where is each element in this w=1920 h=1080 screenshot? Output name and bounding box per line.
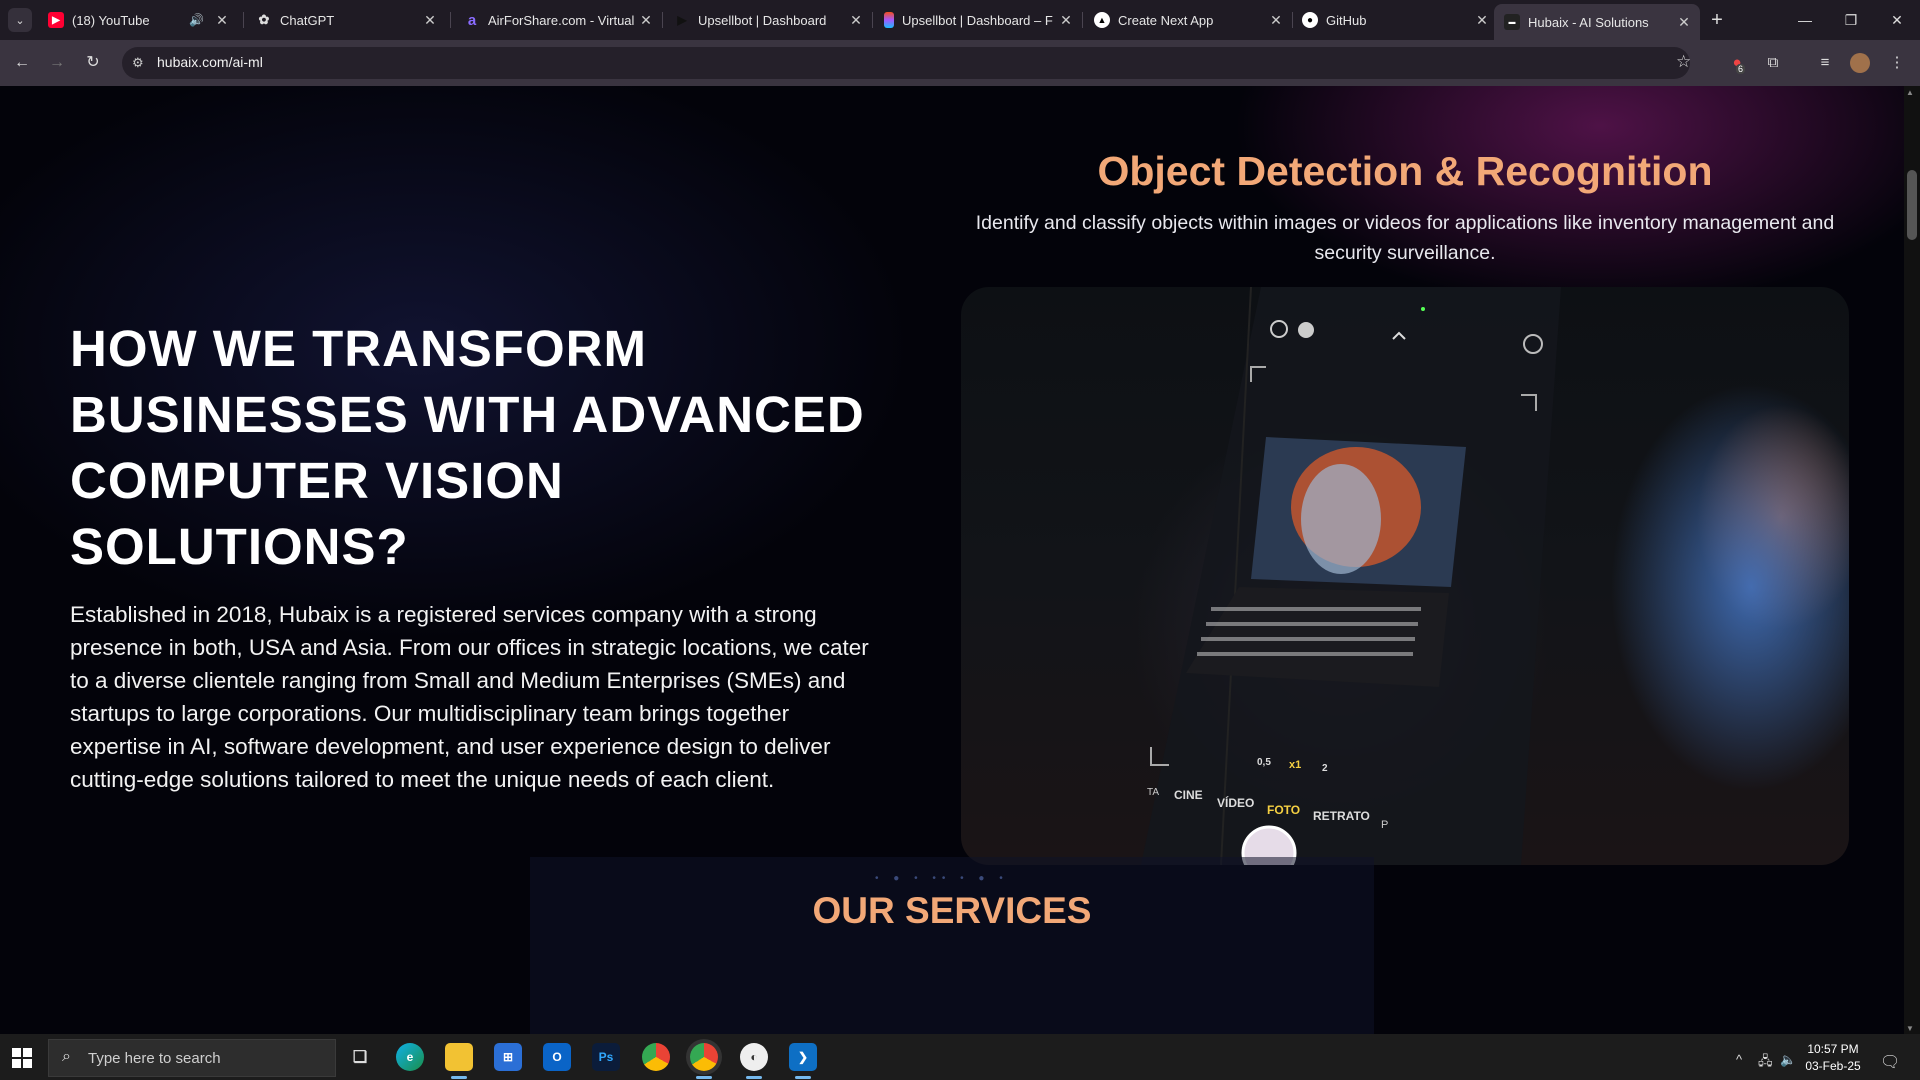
chrome-icon[interactable] bbox=[642, 1043, 670, 1071]
close-tab-icon[interactable]: ✕ bbox=[638, 12, 654, 28]
github-icon: ● bbox=[1302, 12, 1318, 28]
site-info-icon[interactable]: ⚙ bbox=[132, 55, 144, 71]
vercel-icon: ▲ bbox=[1094, 12, 1110, 28]
photoshop-icon[interactable]: Ps bbox=[592, 1043, 620, 1071]
decorative-dots: • ● • •• • ● • bbox=[875, 873, 1009, 884]
tab-separator bbox=[450, 12, 451, 28]
menu-kebab-icon[interactable]: ⋮ bbox=[1886, 52, 1908, 74]
close-tab-icon[interactable]: ✕ bbox=[1474, 12, 1490, 28]
extension-badge: 6 bbox=[1736, 64, 1746, 74]
extensions-puzzle-icon[interactable]: ⧉ bbox=[1762, 52, 1784, 74]
outlook-icon[interactable]: O bbox=[543, 1043, 571, 1071]
chrome-profile-2-icon[interactable]: ◐ bbox=[740, 1043, 768, 1071]
scroll-up-icon[interactable]: ▲ bbox=[1906, 88, 1914, 97]
feature-description: Identify and classify objects within ima… bbox=[975, 212, 1835, 264]
minimize-icon[interactable]: — bbox=[1782, 0, 1828, 40]
clock-time: 10:57 PM bbox=[1807, 1042, 1859, 1056]
volume-icon[interactable]: 🔈 bbox=[1780, 1052, 1796, 1068]
tab-chatgpt[interactable]: ✿ ChatGPT ✕ bbox=[246, 4, 446, 36]
live-photo-icon bbox=[1298, 322, 1314, 338]
camera-mode-label: CINE bbox=[1174, 788, 1203, 802]
camera-mode-label: VÍDEO bbox=[1217, 795, 1254, 810]
network-icon[interactable]: 🖧 bbox=[1758, 1052, 1773, 1074]
scroll-down-icon[interactable]: ▼ bbox=[1906, 1024, 1914, 1033]
tab-upsellbot-figma[interactable]: Upsellbot | Dashboard – F ✕ bbox=[874, 4, 1082, 36]
tab-airforshare[interactable]: a AirForShare.com - Virtual ✕ bbox=[454, 4, 662, 36]
zoom-label: x1 bbox=[1289, 759, 1301, 771]
camera-mode-label: TA bbox=[1147, 787, 1159, 798]
zoom-label: 0,5 bbox=[1257, 757, 1271, 768]
bookmark-star-icon[interactable]: ☆ bbox=[1676, 52, 1691, 72]
speaker-icon[interactable]: 🔊 bbox=[189, 13, 204, 27]
tab-separator bbox=[662, 12, 663, 28]
vscode-icon[interactable]: ❯ bbox=[789, 1043, 817, 1071]
media-controls-icon[interactable]: ≡ bbox=[1814, 52, 1836, 74]
tab-separator bbox=[1082, 12, 1083, 28]
reload-icon[interactable]: ↻ bbox=[80, 50, 106, 76]
feature-title: Object Detection & Recognition bbox=[1097, 148, 1713, 194]
services-title: OUR SERVICES bbox=[812, 890, 1092, 931]
tab-strip: ⌄ ▶ (18) YouTube 🔊 ✕ ✿ ChatGPT ✕ a AirFo… bbox=[0, 0, 1920, 40]
close-tab-icon[interactable]: ✕ bbox=[1676, 14, 1692, 30]
active-app-indicator bbox=[451, 1076, 467, 1079]
url-text[interactable]: hubaix.com/ai-ml bbox=[157, 54, 263, 70]
tab-github[interactable]: ● GitHub ✕ bbox=[1292, 4, 1498, 36]
edge-icon[interactable]: e bbox=[396, 1043, 424, 1071]
indicator-dot bbox=[1421, 307, 1425, 311]
forward-icon[interactable]: → bbox=[44, 50, 70, 76]
notifications-icon[interactable]: 🗨 bbox=[1880, 1052, 1900, 1072]
page-viewport: Object Detection & Recognition Identify … bbox=[0, 86, 1904, 1034]
clock-date: 03-Feb-25 bbox=[1805, 1059, 1861, 1073]
zoom-label: 2 bbox=[1322, 763, 1328, 774]
hubaix-icon: ▬ bbox=[1504, 14, 1520, 30]
active-app-indicator bbox=[696, 1076, 712, 1079]
play-icon: ▶ bbox=[677, 13, 687, 27]
task-view-icon[interactable]: ❏ bbox=[346, 1043, 374, 1071]
file-explorer-icon[interactable] bbox=[445, 1043, 473, 1071]
close-tab-icon[interactable]: ✕ bbox=[1058, 12, 1074, 28]
head-image bbox=[1301, 464, 1381, 574]
hero-heading: HOW WE TRANSFORM BUSINESSES WITH ADVANCE… bbox=[70, 320, 865, 575]
restore-icon[interactable]: ❐ bbox=[1828, 0, 1874, 40]
new-tab-button[interactable]: + bbox=[1705, 8, 1729, 32]
tab-hubaix[interactable]: ▬ Hubaix - AI Solutions ✕ bbox=[1494, 4, 1700, 40]
active-app-indicator bbox=[746, 1076, 762, 1079]
profile-avatar[interactable] bbox=[1850, 53, 1870, 73]
tab-upsellbot[interactable]: ▶ Upsellbot | Dashboard ✕ bbox=[664, 4, 872, 36]
tab-youtube[interactable]: ▶ (18) YouTube 🔊 ✕ bbox=[38, 4, 238, 36]
microsoft-store-icon[interactable]: ⊞ bbox=[494, 1043, 522, 1071]
phone-camera-illustration: 0,5 x1 2 TA CINE VÍDEO FOTO RETRATO P bbox=[1141, 287, 1561, 865]
active-app-indicator bbox=[795, 1076, 811, 1079]
feature-image: 0,5 x1 2 TA CINE VÍDEO FOTO RETRATO P bbox=[961, 287, 1849, 865]
tray-chevron-icon[interactable]: ^ bbox=[1736, 1052, 1742, 1067]
airforshare-icon: a bbox=[467, 11, 477, 29]
windows-start-icon[interactable] bbox=[12, 1048, 32, 1068]
camera-mode-label: FOTO bbox=[1267, 803, 1300, 817]
search-icon: ⌕ bbox=[62, 1048, 71, 1065]
back-icon[interactable]: ← bbox=[9, 50, 35, 76]
chatgpt-icon: ✿ bbox=[258, 12, 270, 27]
scrollbar-thumb[interactable] bbox=[1907, 170, 1917, 240]
youtube-icon: ▶ bbox=[48, 12, 64, 28]
close-tab-icon[interactable]: ✕ bbox=[1268, 12, 1284, 28]
address-bar[interactable] bbox=[122, 47, 1690, 79]
tab-separator bbox=[243, 12, 244, 28]
taskbar-clock[interactable]: 10:57 PM 03-Feb-25 bbox=[1800, 1041, 1866, 1075]
close-tab-icon[interactable]: ✕ bbox=[848, 12, 864, 28]
tab-separator bbox=[872, 12, 873, 28]
close-tab-icon[interactable]: ✕ bbox=[214, 12, 230, 28]
taskbar-search-placeholder[interactable]: Type here to search bbox=[88, 1050, 221, 1067]
chrome-profile-icon[interactable] bbox=[690, 1043, 718, 1071]
close-tab-icon[interactable]: ✕ bbox=[422, 12, 438, 28]
camera-mode-label: RETRATO bbox=[1313, 809, 1370, 823]
tab-create-next-app[interactable]: ▲ Create Next App ✕ bbox=[1084, 4, 1292, 36]
tab-search-button[interactable]: ⌄ bbox=[8, 8, 32, 32]
figma-icon bbox=[884, 12, 894, 28]
close-window-icon[interactable]: ✕ bbox=[1874, 0, 1920, 40]
hero-body: Established in 2018, Hubaix is a registe… bbox=[70, 602, 869, 792]
camera-mode-label: P bbox=[1381, 819, 1388, 831]
